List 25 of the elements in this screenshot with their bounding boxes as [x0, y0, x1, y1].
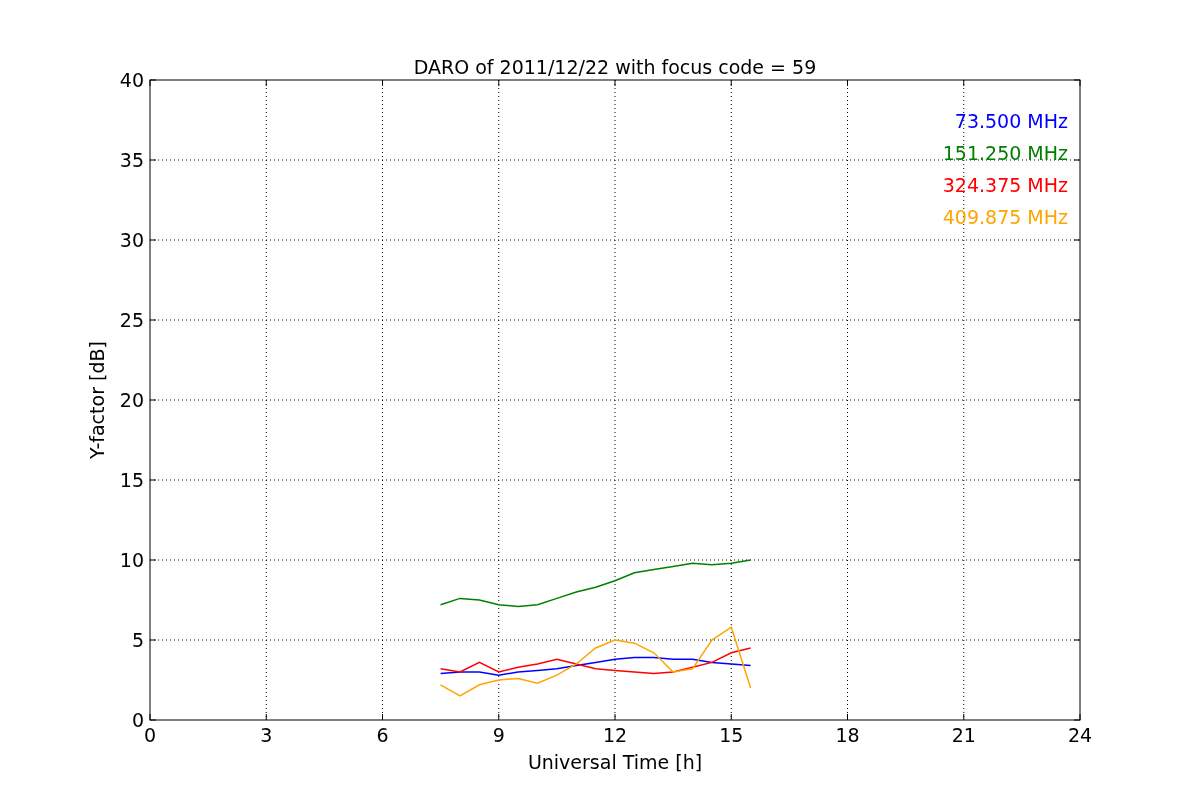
legend-label: 324.375 MHz [942, 174, 1068, 196]
tick-label: 20 [119, 389, 144, 411]
tick-label: 5 [131, 629, 144, 651]
y-axis-label: Y-factor [dB] [86, 341, 108, 459]
legend-label: 73.500 MHz [954, 110, 1068, 132]
tick-label: 30 [119, 229, 144, 251]
legend-label: 409.875 MHz [942, 206, 1068, 228]
tick-label: 15 [119, 469, 144, 491]
tick-label: 18 [835, 724, 860, 746]
tick-label: 12 [602, 724, 628, 746]
tick-label: 3 [260, 724, 273, 746]
tick-label: 0 [143, 724, 157, 746]
tick-label: 0 [131, 709, 144, 731]
tick-label: 9 [492, 724, 505, 746]
tick-label: 35 [119, 149, 144, 171]
chart-title: DARO of 2011/12/22 with focus code = 59 [413, 56, 817, 78]
legend-label: 151.250 MHz [942, 142, 1068, 164]
x-axis-label: Universal Time [h] [527, 751, 703, 773]
tick-label: 6 [376, 724, 389, 746]
tick-label: 10 [119, 549, 144, 571]
tick-label: 24 [1067, 724, 1093, 746]
tick-label: 25 [119, 309, 144, 331]
tick-label: 15 [719, 724, 744, 746]
tick-label: 40 [119, 69, 144, 91]
tick-label: 21 [951, 724, 976, 746]
